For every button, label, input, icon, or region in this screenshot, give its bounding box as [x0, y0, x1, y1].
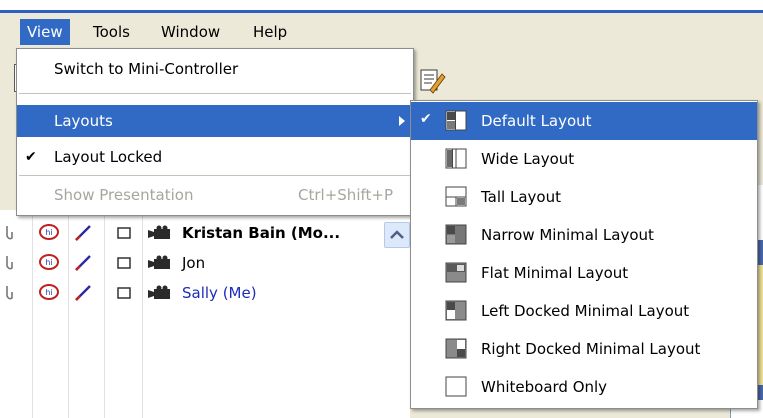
- menu-window[interactable]: Window: [154, 19, 227, 45]
- default-layout-icon: [445, 110, 467, 131]
- whiteboard-box-icon[interactable]: [116, 254, 132, 272]
- camera-icon[interactable]: [148, 224, 176, 242]
- participant-name: Kristan Bain (Mo...: [182, 224, 341, 242]
- layouts-submenu: ✔ Default Layout Wide Layout Tall Layout: [410, 100, 758, 409]
- whiteboard-box-icon[interactable]: [116, 224, 132, 242]
- narrow-minimal-layout-item[interactable]: Narrow Minimal Layout: [411, 216, 757, 254]
- left-docked-minimal-layout-item[interactable]: Left Docked Minimal Layout: [411, 292, 757, 330]
- layout-locked-item[interactable]: ✔ Layout Locked: [17, 141, 413, 173]
- narrow-minimal-layout-icon: [445, 224, 467, 245]
- camera-icon[interactable]: [148, 254, 176, 272]
- show-presentation-item[interactable]: Show Presentation Ctrl+Shift+P: [17, 179, 413, 211]
- chevron-up-icon: [390, 230, 404, 239]
- menu-item-label: Show Presentation: [54, 186, 194, 204]
- menu-item-label: Wide Layout: [481, 150, 575, 168]
- menu-item-label: Layouts: [54, 112, 113, 130]
- svg-text:hi: hi: [45, 228, 52, 237]
- hand-icon: [6, 256, 13, 270]
- menu-separator: [19, 175, 411, 176]
- svg-text:hi: hi: [45, 288, 52, 297]
- participant-name: Sally (Me): [182, 284, 257, 302]
- menu-help[interactable]: Help: [246, 19, 294, 45]
- menu-tools[interactable]: Tools: [86, 19, 137, 45]
- menu-item-label: Right Docked Minimal Layout: [481, 340, 701, 358]
- check-icon: ✔: [420, 111, 432, 127]
- shortcut-label: Ctrl+Shift+P: [298, 186, 393, 204]
- scroll-up-button[interactable]: [384, 222, 410, 248]
- default-layout-item[interactable]: ✔ Default Layout: [411, 102, 757, 140]
- chat-icon[interactable]: hi: [38, 284, 60, 302]
- annotate-pen-icon[interactable]: [72, 224, 94, 242]
- right-docked-minimal-layout-item[interactable]: Right Docked Minimal Layout: [411, 330, 757, 368]
- layouts-item[interactable]: Layouts: [17, 105, 413, 137]
- menu-item-label: Tall Layout: [481, 188, 561, 206]
- menu-item-label: Whiteboard Only: [481, 378, 608, 396]
- menu-item-label: Left Docked Minimal Layout: [481, 302, 690, 320]
- participant-name: Jon: [182, 254, 206, 272]
- wide-layout-item[interactable]: Wide Layout: [411, 140, 757, 178]
- menu-item-label: Flat Minimal Layout: [481, 264, 629, 282]
- hand-icon: [6, 286, 13, 300]
- submenu-arrow-icon: [399, 116, 405, 126]
- participant-row[interactable]: hi Jon: [0, 248, 410, 278]
- annotate-pen-icon[interactable]: [72, 254, 94, 272]
- tall-layout-item[interactable]: Tall Layout: [411, 178, 757, 216]
- chat-icon[interactable]: hi: [38, 224, 60, 242]
- check-icon: ✔: [25, 149, 37, 165]
- wide-layout-icon: [445, 148, 467, 169]
- annotate-pen-icon[interactable]: [72, 284, 94, 302]
- menu-item-label: Switch to Mini-Controller: [54, 60, 239, 78]
- camera-icon[interactable]: [148, 284, 176, 302]
- view-menu: Switch to Mini-Controller Layouts ✔ Layo…: [16, 48, 414, 216]
- whiteboard-only-item[interactable]: Whiteboard Only: [411, 368, 757, 406]
- menu-item-label: Layout Locked: [54, 148, 163, 166]
- flat-minimal-layout-icon: [445, 262, 467, 283]
- whiteboard-box-icon[interactable]: [116, 284, 132, 302]
- svg-text:hi: hi: [45, 258, 52, 267]
- participant-row[interactable]: hi Sally (Me): [0, 278, 410, 308]
- left-docked-minimal-layout-icon: [445, 300, 467, 321]
- tall-layout-icon: [445, 186, 467, 207]
- chat-icon[interactable]: hi: [38, 254, 60, 272]
- menu-separator: [19, 93, 411, 94]
- whiteboard-only-icon: [445, 376, 467, 397]
- right-docked-minimal-layout-icon: [445, 338, 467, 359]
- participant-row[interactable]: hi Kristan Bain (Mo...: [0, 218, 410, 248]
- hand-icon: [6, 226, 13, 240]
- menu-item-label: Default Layout: [481, 112, 592, 130]
- menu-item-label: Narrow Minimal Layout: [481, 226, 654, 244]
- menu-view[interactable]: View: [20, 19, 70, 45]
- flat-minimal-layout-item[interactable]: Flat Minimal Layout: [411, 254, 757, 292]
- menu-bar: View Tools Window Help: [0, 13, 763, 49]
- participant-list: hi Kristan Bain (Mo... hi Jon hi Sally (…: [0, 210, 410, 418]
- edit-document-icon[interactable]: [418, 66, 448, 96]
- switch-mini-controller-item[interactable]: Switch to Mini-Controller: [17, 53, 413, 85]
